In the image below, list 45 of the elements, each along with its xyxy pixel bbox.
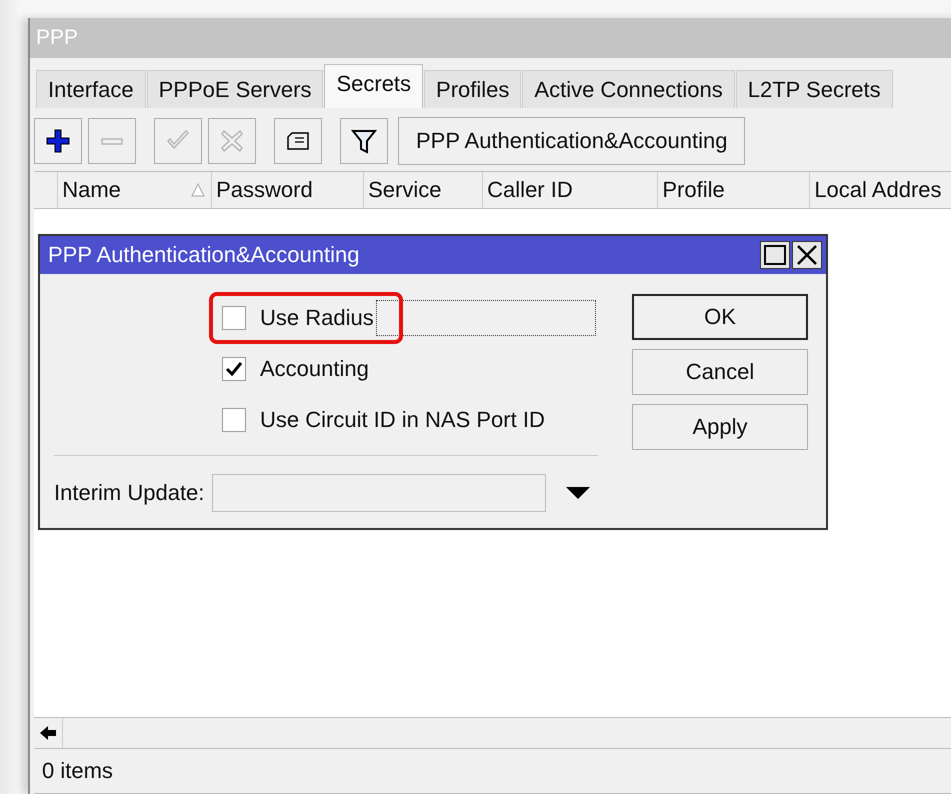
tab[interactable]: Active Connections	[522, 70, 735, 108]
column-label: Password	[216, 177, 313, 203]
maximize-button[interactable]	[760, 241, 790, 269]
column-header[interactable]: Local Addres	[810, 172, 951, 208]
close-button[interactable]	[792, 241, 822, 269]
interim-update-field[interactable]	[212, 474, 546, 512]
left-arrow-icon[interactable]	[39, 725, 57, 741]
plus-icon	[45, 128, 71, 154]
dialog-button[interactable]: Cancel	[632, 349, 808, 395]
column-header[interactable]: Service	[364, 172, 484, 208]
dialog-title: PPP Authentication&Accounting	[48, 242, 360, 268]
toolbar-button[interactable]	[34, 118, 82, 164]
tab[interactable]: Secrets	[324, 64, 424, 108]
auth-accounting-button[interactable]: PPP Authentication&Accounting	[398, 117, 746, 165]
toolbar-button[interactable]	[340, 118, 388, 164]
checkbox[interactable]	[222, 408, 246, 432]
field-label: Interim Update:	[54, 480, 204, 506]
checkbox[interactable]	[222, 306, 246, 330]
status-text: 0 items	[34, 749, 951, 794]
checkbox-label[interactable]: Use Radius	[258, 302, 376, 332]
dialog-button[interactable]: Apply	[632, 404, 808, 450]
filter-icon	[351, 128, 377, 154]
minus-icon	[101, 138, 123, 144]
dropdown-arrow-icon[interactable]	[566, 486, 590, 500]
column-header[interactable]: Profile	[658, 172, 810, 208]
dialog-button[interactable]: OK	[632, 294, 808, 340]
column-label: Service	[368, 177, 442, 203]
column-label: Caller ID	[487, 177, 573, 203]
column-label: Profile	[662, 177, 725, 203]
column-header[interactable]: Caller ID	[483, 172, 658, 208]
checkbox-label[interactable]: Use Circuit ID in NAS Port ID	[258, 404, 547, 434]
column-header[interactable]: Password	[212, 172, 364, 208]
tab[interactable]: Profiles	[424, 70, 522, 108]
tab[interactable]: L2TP Secrets	[736, 70, 893, 108]
toolbar-button[interactable]	[274, 118, 322, 164]
column-header[interactable]: Name	[58, 172, 212, 208]
tab[interactable]: Interface	[36, 70, 146, 108]
column-label: Local Addres	[814, 177, 942, 203]
checkbox-label[interactable]: Accounting	[258, 354, 371, 384]
checkbox[interactable]	[222, 356, 246, 380]
cross-icon	[219, 128, 245, 154]
horizontal-scrollbar[interactable]	[34, 717, 951, 749]
window-title: PPP	[30, 18, 951, 58]
tab[interactable]: PPPoE Servers	[146, 70, 324, 108]
column-label: Name	[62, 177, 121, 203]
